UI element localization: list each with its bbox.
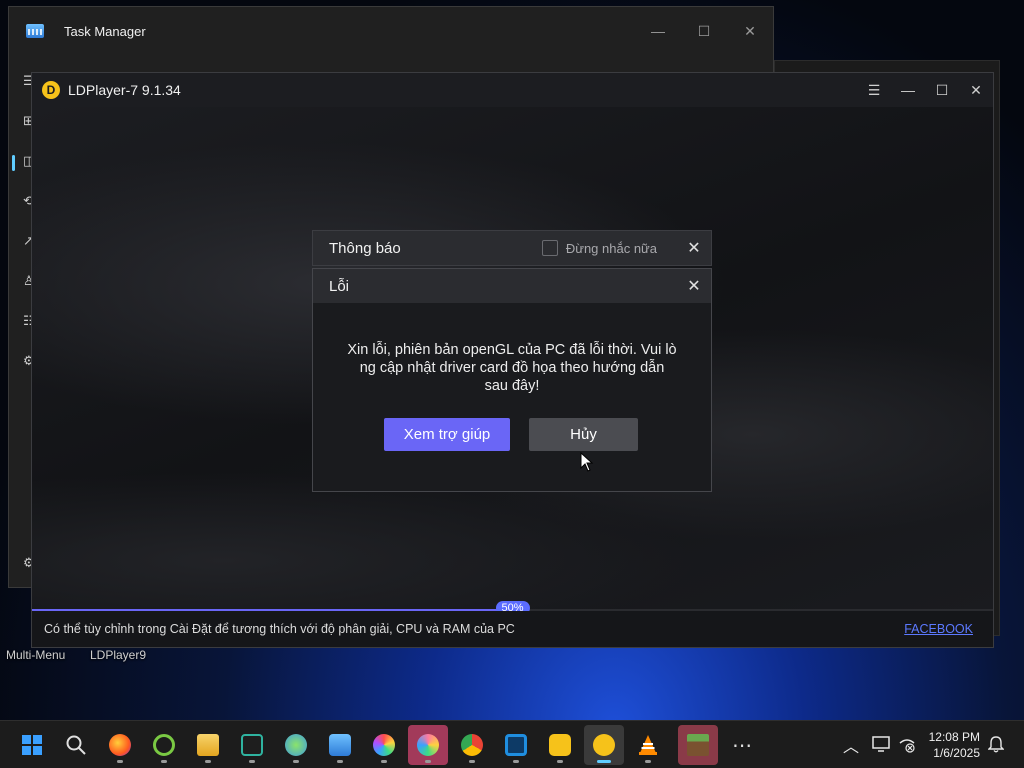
search-icon (66, 735, 86, 755)
running-indicator (425, 760, 431, 763)
network-disconnected-icon[interactable] (898, 735, 916, 753)
notice-dialog-title: Thông báo (329, 239, 401, 257)
more-icon: ⋯ (732, 734, 752, 757)
taskbar-app-minecraft[interactable] (678, 725, 718, 765)
tray-chevron-icon[interactable]: ︿ (843, 733, 859, 757)
taskbar-app-network[interactable] (276, 725, 316, 765)
task-manager-titlebar[interactable]: Task Manager — ☐ ✕ (9, 7, 773, 55)
task-manager-icon (329, 734, 351, 756)
clock-time: 12:08 PM (928, 730, 980, 744)
task-manager-title: Task Manager (64, 23, 146, 39)
taskbar-app-firefox[interactable] (100, 725, 140, 765)
error-message: Xin lỗi, phiên bản openGL của PC đã lỗi … (341, 341, 683, 395)
taskbar-app-task-manager[interactable] (320, 725, 360, 765)
menu-icon[interactable]: ☰ (857, 82, 891, 99)
ldplayer-titlebar[interactable]: D LDPlayer-7 9.1.34 ☰ — ☐ ✕ (32, 73, 993, 107)
display-icon[interactable] (872, 735, 890, 753)
virtualbox-icon (505, 734, 527, 756)
palette-icon (417, 734, 439, 756)
taskbar-app-vlc[interactable] (628, 725, 668, 765)
optimizer-icon (153, 734, 175, 756)
error-message-line: ng cập nhật driver card đồ họa theo hướn… (359, 360, 665, 376)
error-dialog-header: Lỗi ✕ (313, 269, 711, 303)
ldplayer-icon (593, 734, 615, 756)
ldplayer-title: LDPlayer-7 9.1.34 (68, 82, 181, 98)
maximize-icon[interactable]: ☐ (681, 23, 727, 40)
folder-icon (197, 734, 219, 756)
minimize-icon[interactable]: — (635, 23, 681, 40)
close-icon[interactable]: ✕ (687, 238, 701, 258)
minimize-icon[interactable]: — (891, 82, 925, 99)
running-indicator (161, 760, 167, 763)
taskbar-more-button[interactable]: ⋯ (722, 725, 762, 765)
minecraft-block-icon (687, 734, 709, 756)
close-icon[interactable]: ✕ (687, 276, 701, 296)
error-dialog-title: Lỗi (329, 277, 350, 295)
taskbar-app-visual-studio[interactable] (232, 725, 272, 765)
start-button[interactable] (12, 725, 52, 765)
running-indicator (597, 760, 611, 763)
close-icon[interactable]: ✕ (727, 23, 773, 40)
close-icon[interactable]: ✕ (959, 82, 993, 99)
task-manager-icon (26, 24, 44, 38)
running-indicator (117, 760, 123, 763)
system-clock[interactable]: 12:08 PM 1/6/2025 (929, 729, 980, 761)
taskbar-app-ldplayer[interactable] (584, 725, 624, 765)
taskbar-app-virtualbox[interactable] (496, 725, 536, 765)
ldplayer-logo-icon: D (42, 81, 60, 99)
palette-icon (373, 734, 395, 756)
running-indicator (205, 760, 211, 763)
chrome-icon (461, 734, 483, 756)
error-message-line: Xin lỗi, phiên bản openGL của PC đã lỗi … (347, 342, 677, 358)
taskbar-app-file-explorer[interactable] (188, 725, 228, 765)
running-indicator (513, 760, 519, 763)
running-indicator (249, 760, 255, 763)
notification-bell-icon[interactable] (988, 735, 1004, 753)
search-button[interactable] (56, 725, 96, 765)
running-indicator (469, 760, 475, 763)
error-message-line: sau đây! (484, 378, 540, 394)
view-help-button[interactable]: Xem trợ giúp (384, 418, 510, 451)
running-indicator (645, 760, 651, 763)
ldplayer-footer: Có thể tùy chỉnh trong Cài Đặt để tương … (32, 611, 993, 647)
desktop-icon-label-2[interactable]: LDPlayer9 (90, 648, 146, 662)
vs-icon (241, 734, 263, 756)
running-indicator (337, 760, 343, 763)
taskbar-app-paint[interactable] (364, 725, 404, 765)
running-indicator (293, 760, 299, 763)
clock-date: 1/6/2025 (933, 746, 980, 760)
taskbar-app-paint-active[interactable] (408, 725, 448, 765)
maximize-icon[interactable]: ☐ (925, 82, 959, 99)
vlc-cone-icon (639, 735, 657, 755)
cancel-button[interactable]: Hủy (529, 418, 638, 451)
network-globe-icon (285, 734, 307, 756)
dont-remind-label[interactable]: Đừng nhắc nữa (566, 241, 657, 256)
facebook-link[interactable]: FACEBOOK (904, 622, 973, 636)
notice-dialog[interactable]: Thông báo Đừng nhắc nữa ✕ (312, 230, 712, 266)
footer-tip-text: Có thể tùy chỉnh trong Cài Đặt để tương … (44, 622, 515, 636)
error-dialog[interactable]: Lỗi ✕ Xin lỗi, phiên bản openGL của PC đ… (312, 268, 712, 492)
dont-remind-checkbox[interactable] (541, 240, 558, 256)
desktop-icon-label-1[interactable]: Multi-Menu (6, 648, 65, 662)
taskbar: ⋯ ︿ 12:08 PM 1/6/2025 (0, 720, 1024, 768)
sidebar-active-indicator (12, 155, 15, 171)
taskbar-app-chrome[interactable] (452, 725, 492, 765)
windows-logo-icon (22, 735, 42, 755)
running-indicator (381, 760, 387, 763)
taskbar-app-optimizer[interactable] (144, 725, 184, 765)
firefox-icon (109, 734, 131, 756)
taskbar-app-ldmulti[interactable] (540, 725, 580, 765)
task-manager-sidebar: ☰ ⊞ ◫ ⟲ ↗ ♙ ☷ ⚙ ⚙ (9, 55, 35, 587)
mouse-cursor-icon (580, 452, 594, 472)
running-indicator (557, 760, 563, 763)
ldmulti-icon (549, 734, 571, 756)
